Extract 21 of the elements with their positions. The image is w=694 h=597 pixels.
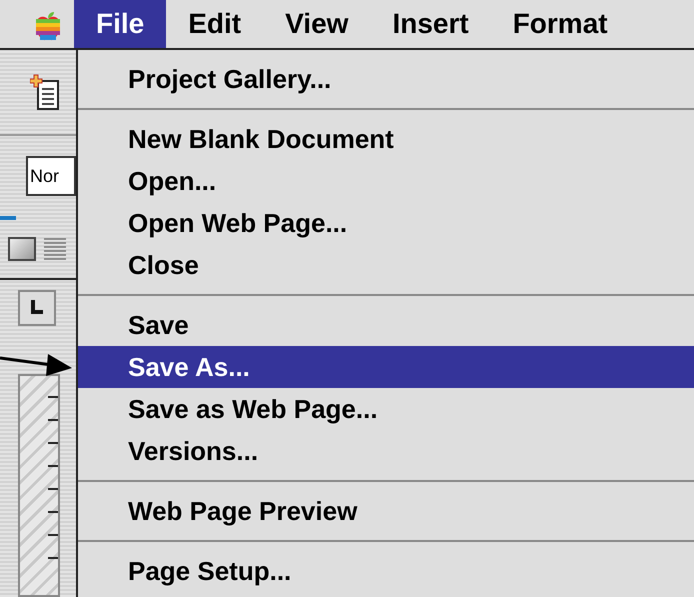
style-field[interactable]: Nor bbox=[26, 156, 76, 196]
menu-item[interactable]: Page Setup... bbox=[78, 550, 694, 592]
view-button[interactable] bbox=[8, 237, 36, 261]
menu-bar-item[interactable]: Edit bbox=[166, 0, 264, 48]
menu-item[interactable]: Save as Web Page... bbox=[78, 388, 694, 430]
menu-item[interactable]: New Blank Document bbox=[78, 118, 694, 160]
menu-bar-item[interactable]: Format bbox=[490, 0, 630, 48]
menu-item[interactable]: Save As... bbox=[78, 346, 694, 388]
menu-bar-item[interactable]: View bbox=[263, 0, 370, 48]
menu-bar-item[interactable]: Insert bbox=[370, 0, 491, 48]
menu-item[interactable]: Open Web Page... bbox=[78, 202, 694, 244]
menu-item[interactable]: Save bbox=[78, 304, 694, 346]
menu-item[interactable]: Versions... bbox=[78, 430, 694, 472]
menu-item[interactable]: Project Gallery... bbox=[78, 58, 694, 100]
tab-stop-icon[interactable] bbox=[18, 290, 56, 326]
menu-item[interactable]: Open... bbox=[78, 160, 694, 202]
menu-item[interactable]: Close bbox=[78, 244, 694, 286]
new-document-icon[interactable] bbox=[30, 73, 60, 111]
menu-item[interactable]: Web Page Preview bbox=[78, 490, 694, 532]
lines-icon[interactable] bbox=[44, 237, 66, 261]
menu-bar-item[interactable]: File bbox=[74, 0, 166, 48]
